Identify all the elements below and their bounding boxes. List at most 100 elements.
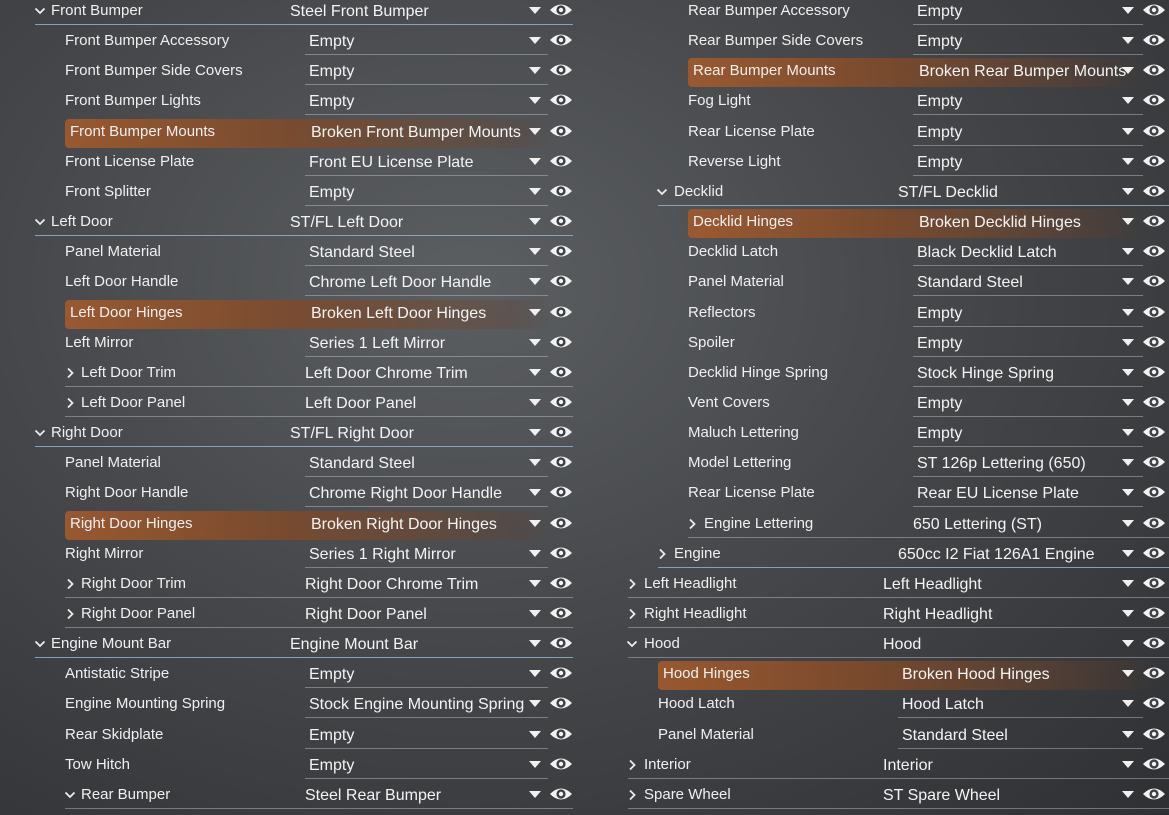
- caret-down-icon[interactable]: [1122, 278, 1134, 285]
- part-selection-value[interactable]: Broken Hood Hinges: [902, 664, 1050, 686]
- caret-down-icon[interactable]: [1122, 489, 1134, 496]
- part-selection-value[interactable]: Empty: [917, 423, 962, 445]
- eye-icon[interactable]: [1142, 543, 1166, 563]
- eye-icon[interactable]: [1142, 784, 1166, 804]
- part-row-engine[interactable]: Engine 650cc I2 Fiat 126A1 Engine: [0, 543, 1169, 573]
- part-selection-value[interactable]: ST 126p Lettering (650): [917, 453, 1086, 475]
- part-row-decklid-latch[interactable]: Decklid Latch Black Decklid Latch: [0, 241, 1169, 271]
- caret-down-icon[interactable]: [1122, 37, 1134, 44]
- part-selection-value[interactable]: Empty: [917, 122, 962, 144]
- part-row-rear-bumper-accessory[interactable]: Rear Bumper Accessory Empty: [0, 0, 1169, 30]
- eye-icon[interactable]: [1142, 362, 1166, 382]
- caret-down-icon[interactable]: [1122, 7, 1134, 14]
- eye-icon[interactable]: [1142, 60, 1166, 80]
- eye-icon[interactable]: [1142, 151, 1166, 171]
- caret-down-icon[interactable]: [1122, 188, 1134, 195]
- chevron-right-icon[interactable]: [624, 573, 640, 597]
- part-selection-value[interactable]: Left Headlight: [883, 574, 982, 596]
- caret-down-icon[interactable]: [1122, 67, 1134, 74]
- part-selection-value[interactable]: 650 Lettering (ST): [913, 514, 1042, 536]
- eye-icon[interactable]: [1142, 181, 1166, 201]
- part-selection-value[interactable]: Empty: [917, 303, 962, 325]
- part-selection-value[interactable]: Empty: [917, 393, 962, 415]
- part-row-maluch-lettering[interactable]: Maluch Lettering Empty: [0, 422, 1169, 452]
- eye-icon[interactable]: [1142, 30, 1166, 50]
- part-selection-value[interactable]: Empty: [917, 152, 962, 174]
- part-selection-value[interactable]: Hood Latch: [902, 694, 984, 716]
- chevron-right-icon[interactable]: [624, 754, 640, 778]
- eye-icon[interactable]: [1142, 754, 1166, 774]
- part-selection-value[interactable]: Interior: [883, 755, 933, 777]
- caret-down-icon[interactable]: [1122, 580, 1134, 587]
- part-row-rear-license-plate[interactable]: Rear License Plate Rear EU License Plate: [0, 482, 1169, 512]
- part-selection-value[interactable]: Rear EU License Plate: [917, 483, 1079, 505]
- caret-down-icon[interactable]: [1122, 158, 1134, 165]
- caret-down-icon[interactable]: [1122, 218, 1134, 225]
- part-selection-value[interactable]: Stock Hinge Spring: [917, 363, 1054, 385]
- eye-icon[interactable]: [1142, 211, 1166, 231]
- part-row-hood-hinges[interactable]: Hood Hinges Broken Hood Hinges: [0, 661, 1169, 693]
- part-row-hood[interactable]: Hood Hood: [0, 633, 1169, 663]
- chevron-right-icon[interactable]: [684, 513, 700, 537]
- eye-icon[interactable]: [1142, 121, 1166, 141]
- part-selection-value[interactable]: Standard Steel: [902, 725, 1008, 747]
- caret-down-icon[interactable]: [1122, 761, 1134, 768]
- eye-icon[interactable]: [1142, 241, 1166, 261]
- part-selection-value[interactable]: Standard Steel: [917, 272, 1023, 294]
- eye-icon[interactable]: [1142, 513, 1166, 533]
- eye-icon[interactable]: [1142, 0, 1166, 20]
- caret-down-icon[interactable]: [1122, 97, 1134, 104]
- eye-icon[interactable]: [1142, 663, 1166, 683]
- chevron-down-icon[interactable]: [624, 633, 640, 657]
- part-row-rear-bumper-side-covers[interactable]: Rear Bumper Side Covers Empty: [0, 30, 1169, 60]
- part-row-decklid[interactable]: Decklid ST/FL Decklid: [0, 181, 1169, 211]
- part-row-decklid-hinges[interactable]: Decklid Hinges Broken Decklid Hinges: [0, 209, 1169, 241]
- part-row-left-headlight[interactable]: Left Headlight Left Headlight: [0, 573, 1169, 603]
- caret-down-icon[interactable]: [1122, 248, 1134, 255]
- part-row-vent-covers[interactable]: Vent Covers Empty: [0, 392, 1169, 422]
- eye-icon[interactable]: [1142, 573, 1166, 593]
- caret-down-icon[interactable]: [1122, 550, 1134, 557]
- part-row-model-lettering[interactable]: Model Lettering ST 126p Lettering (650): [0, 452, 1169, 482]
- eye-icon[interactable]: [1142, 422, 1166, 442]
- part-row-panel-material[interactable]: Panel Material Standard Steel: [0, 271, 1169, 301]
- eye-icon[interactable]: [1142, 452, 1166, 472]
- eye-icon[interactable]: [1142, 271, 1166, 291]
- eye-icon[interactable]: [1142, 392, 1166, 412]
- part-selection-value[interactable]: Broken Rear Bumper Mounts: [919, 61, 1126, 83]
- eye-icon[interactable]: [1142, 633, 1166, 653]
- part-selection-value[interactable]: ST/FL Decklid: [898, 182, 998, 204]
- caret-down-icon[interactable]: [1122, 670, 1134, 677]
- part-selection-value[interactable]: 650cc I2 Fiat 126A1 Engine: [898, 544, 1095, 566]
- chevron-down-icon[interactable]: [654, 181, 670, 205]
- part-selection-value[interactable]: Empty: [917, 91, 962, 113]
- part-row-fog-light[interactable]: Fog Light Empty: [0, 90, 1169, 120]
- part-row-panel-material[interactable]: Panel Material Standard Steel: [0, 724, 1169, 754]
- part-row-right-headlight[interactable]: Right Headlight Right Headlight: [0, 603, 1169, 633]
- caret-down-icon[interactable]: [1122, 399, 1134, 406]
- part-selection-value[interactable]: Empty: [917, 333, 962, 355]
- eye-icon[interactable]: [1142, 693, 1166, 713]
- caret-down-icon[interactable]: [1122, 791, 1134, 798]
- part-row-interior[interactable]: Interior Interior: [0, 754, 1169, 784]
- caret-down-icon[interactable]: [1122, 610, 1134, 617]
- part-selection-value[interactable]: ST Spare Wheel: [883, 785, 1000, 807]
- part-selection-value[interactable]: Hood: [883, 634, 921, 656]
- part-row-decklid-hinge-spring[interactable]: Decklid Hinge Spring Stock Hinge Spring: [0, 362, 1169, 392]
- part-row-spoiler[interactable]: Spoiler Empty: [0, 332, 1169, 362]
- caret-down-icon[interactable]: [1122, 640, 1134, 647]
- part-row-rear-bumper-mounts[interactable]: Rear Bumper Mounts Broken Rear Bumper Mou…: [0, 58, 1169, 90]
- caret-down-icon[interactable]: [1122, 429, 1134, 436]
- part-row-reflectors[interactable]: Reflectors Empty: [0, 302, 1169, 332]
- part-row-spare-wheel[interactable]: Spare Wheel ST Spare Wheel: [0, 784, 1169, 814]
- eye-icon[interactable]: [1142, 482, 1166, 502]
- part-row-rear-license-plate[interactable]: Rear License Plate Empty: [0, 121, 1169, 151]
- eye-icon[interactable]: [1142, 724, 1166, 744]
- eye-icon[interactable]: [1142, 90, 1166, 110]
- eye-icon[interactable]: [1142, 302, 1166, 322]
- caret-down-icon[interactable]: [1122, 731, 1134, 738]
- caret-down-icon[interactable]: [1122, 700, 1134, 707]
- part-row-engine-lettering[interactable]: Engine Lettering 650 Lettering (ST): [0, 513, 1169, 543]
- part-selection-value[interactable]: Broken Decklid Hinges: [919, 212, 1081, 234]
- part-selection-value[interactable]: Empty: [917, 1, 962, 23]
